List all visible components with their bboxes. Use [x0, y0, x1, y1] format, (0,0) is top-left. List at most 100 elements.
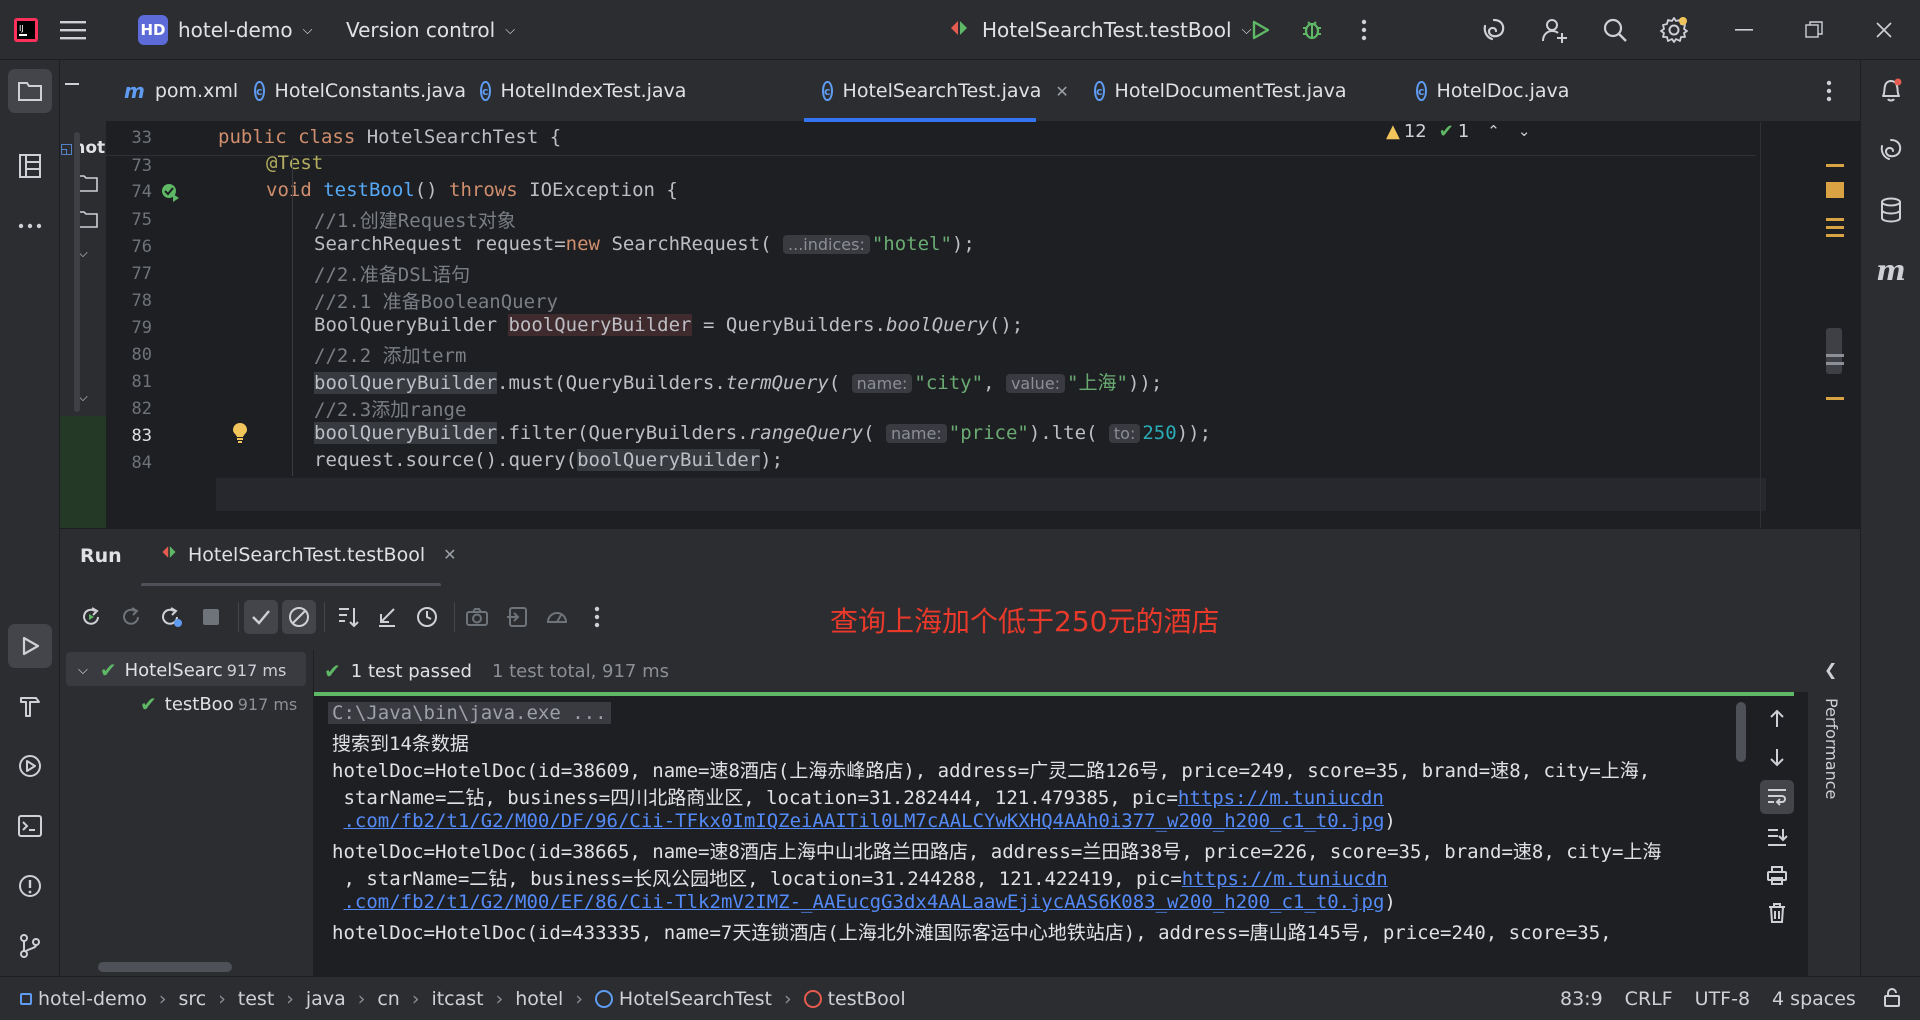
breadcrumb-item[interactable]: itcast [431, 988, 483, 1010]
problems-icon[interactable] [8, 864, 52, 908]
breadcrumb-item[interactable]: HotelSearchTest [619, 988, 772, 1010]
url-link[interactable]: https://m.tuniucdn [1178, 787, 1384, 809]
tab-pom-xml[interactable]: m pom.xml [106, 60, 238, 122]
lightbulb-icon[interactable] [232, 422, 248, 449]
ai-chat-icon[interactable] [1869, 128, 1913, 172]
code-comment[interactable]: //2.1 准备BooleanQuery [314, 287, 558, 314]
scrollbar[interactable] [74, 132, 80, 412]
sort-icon[interactable] [332, 600, 366, 634]
error-stripe[interactable] [1826, 142, 1860, 522]
tab-hotel-search-test[interactable]: c HotelSearchTest.java ✕ [804, 60, 1069, 122]
print-icon[interactable] [1760, 858, 1794, 892]
collapse-panel-icon[interactable] [60, 74, 106, 94]
stop-icon[interactable] [194, 600, 228, 634]
run-config-selector[interactable]: HotelSearchTest.testBool ⌵ [948, 0, 1251, 60]
close-tab-icon[interactable]: ✕ [1055, 82, 1068, 101]
console-command-line[interactable]: C:\Java\bin\java.exe ... [328, 702, 611, 724]
camera-icon[interactable] [460, 600, 494, 634]
restore-icon[interactable] [1794, 10, 1834, 50]
inspections-widget[interactable]: ▲ 12 ✔ 1 ⌃ ⌄ [1386, 122, 1530, 148]
terminal-icon[interactable] [8, 804, 52, 848]
breadcrumb-item[interactable]: java [306, 988, 346, 1010]
database-icon[interactable] [1869, 188, 1913, 232]
more-actions-icon[interactable] [580, 600, 614, 634]
breadcrumb-item[interactable]: test [238, 988, 275, 1010]
code-comment[interactable]: //2.2 添加term [314, 341, 466, 368]
project-selector[interactable]: HD hotel-demo ⌵ [138, 0, 312, 60]
settings-gear-icon[interactable] [1654, 10, 1694, 50]
structure-tool-icon[interactable] [8, 144, 52, 188]
toggle-autotest-icon[interactable] [154, 600, 188, 634]
import-tests-icon[interactable] [500, 600, 534, 634]
close-tab-icon[interactable]: ✕ [443, 545, 456, 564]
code-comment[interactable]: //2.3添加range [314, 395, 466, 422]
code-line[interactable]: boolQueryBuilder.must(QueryBuilders.term… [314, 368, 1162, 395]
code-editor[interactable]: 33 public class HotelSearchTest { 73 @Te… [106, 122, 1860, 528]
chevron-left-icon[interactable]: ❮ [1824, 660, 1837, 679]
line-separator[interactable]: CRLF [1625, 988, 1673, 1010]
indent-setting[interactable]: 4 spaces [1772, 988, 1856, 1010]
git-icon[interactable] [8, 924, 52, 968]
rerun-failed-icon[interactable] [114, 600, 148, 634]
clear-trash-icon[interactable] [1760, 896, 1794, 930]
add-user-icon[interactable] [1535, 10, 1575, 50]
project-root-label[interactable]: ◱hot [60, 138, 105, 158]
code-comment[interactable]: //2.准备DSL语句 [314, 260, 470, 287]
services-icon[interactable] [8, 744, 52, 788]
tree-row-class[interactable]: ⌵ ✔ HotelSearc 917 ms [78, 658, 308, 682]
url-link[interactable]: .com/fb2/t1/G2/M00/EF/86/Cii-Tlk2mV2IMZ-… [343, 891, 1384, 913]
breadcrumb-item[interactable]: src [178, 988, 206, 1010]
build-hammer-icon[interactable] [8, 684, 52, 728]
breadcrumb-item[interactable]: testBool [828, 988, 906, 1010]
scroll-to-end-icon[interactable] [1760, 820, 1794, 854]
code-comment[interactable]: //1.创建Request对象 [314, 206, 516, 233]
app-logo-icon[interactable]: IJ [14, 0, 38, 60]
code-line[interactable]: public class HotelSearchTest { [218, 126, 561, 148]
tab-hotel-doc[interactable]: c HotelDoc.java [1398, 60, 1569, 122]
console-scrollbar[interactable] [1736, 702, 1746, 762]
show-ignored-icon[interactable] [282, 600, 316, 634]
vcs-selector[interactable]: Version control ⌵ [346, 0, 515, 60]
run-icon[interactable] [1240, 10, 1280, 50]
code-line[interactable]: SearchRequest request=new SearchRequest(… [314, 233, 975, 255]
scroll-down-icon[interactable] [1760, 740, 1794, 774]
debug-icon[interactable] [1292, 10, 1332, 50]
file-encoding[interactable]: UTF-8 [1695, 988, 1750, 1010]
main-menu-icon[interactable] [60, 0, 86, 60]
lock-icon[interactable] [1882, 987, 1902, 1012]
breadcrumb-item[interactable]: hotel [515, 988, 563, 1010]
minimize-icon[interactable] [1724, 10, 1764, 50]
url-link[interactable]: .com/fb2/t1/G2/M00/DF/96/Cii-TFkx0ImIQZe… [343, 810, 1384, 832]
breadcrumb-item[interactable]: cn [377, 988, 400, 1010]
close-icon[interactable] [1864, 10, 1904, 50]
ai-assistant-icon[interactable] [1474, 10, 1514, 50]
code-line[interactable]: request.source().query(boolQueryBuilder)… [314, 449, 783, 471]
cursor-position[interactable]: 83:9 [1560, 988, 1603, 1010]
notifications-bell-icon[interactable] [1869, 68, 1913, 112]
code-line[interactable]: BoolQueryBuilder boolQueryBuilder = Quer… [314, 314, 1023, 336]
run-tool-icon[interactable] [8, 624, 52, 668]
tab-hotel-index-test[interactable]: c HotelIndexTest.java [462, 60, 686, 122]
tab-hotel-constants[interactable]: c HotelConstants.java [236, 60, 466, 122]
next-highlight-icon[interactable]: ⌄ [1518, 122, 1531, 140]
more-actions-icon[interactable] [1344, 10, 1384, 50]
tab-options-icon[interactable] [1826, 80, 1832, 107]
tree-row-method[interactable]: ✔ testBoo 917 ms [140, 692, 310, 716]
collapse-all-icon[interactable] [370, 600, 404, 634]
breadcrumb-item[interactable]: hotel-demo [38, 988, 147, 1010]
code-line[interactable]: @Test [266, 152, 323, 174]
scrollbar[interactable] [98, 962, 232, 972]
code-line[interactable]: void testBool() throws IOException { [266, 179, 678, 201]
rerun-icon[interactable] [74, 600, 108, 634]
project-tool-icon[interactable] [8, 69, 52, 113]
search-icon[interactable] [1595, 10, 1635, 50]
coverage-icon[interactable] [540, 600, 574, 634]
console-output[interactable]: C:\Java\bin\java.exe ... 搜索到14条数据 hotelD… [314, 696, 1734, 976]
run-config-tab[interactable]: HotelSearchTest.testBool ✕ [160, 543, 457, 566]
soft-wrap-icon[interactable] [1760, 780, 1794, 814]
scroll-up-icon[interactable] [1760, 702, 1794, 736]
more-tools-icon[interactable] [8, 204, 52, 248]
tab-hotel-document-test[interactable]: c HotelDocumentTest.java [1076, 60, 1347, 122]
show-passed-icon[interactable] [244, 600, 278, 634]
history-icon[interactable] [410, 600, 444, 634]
